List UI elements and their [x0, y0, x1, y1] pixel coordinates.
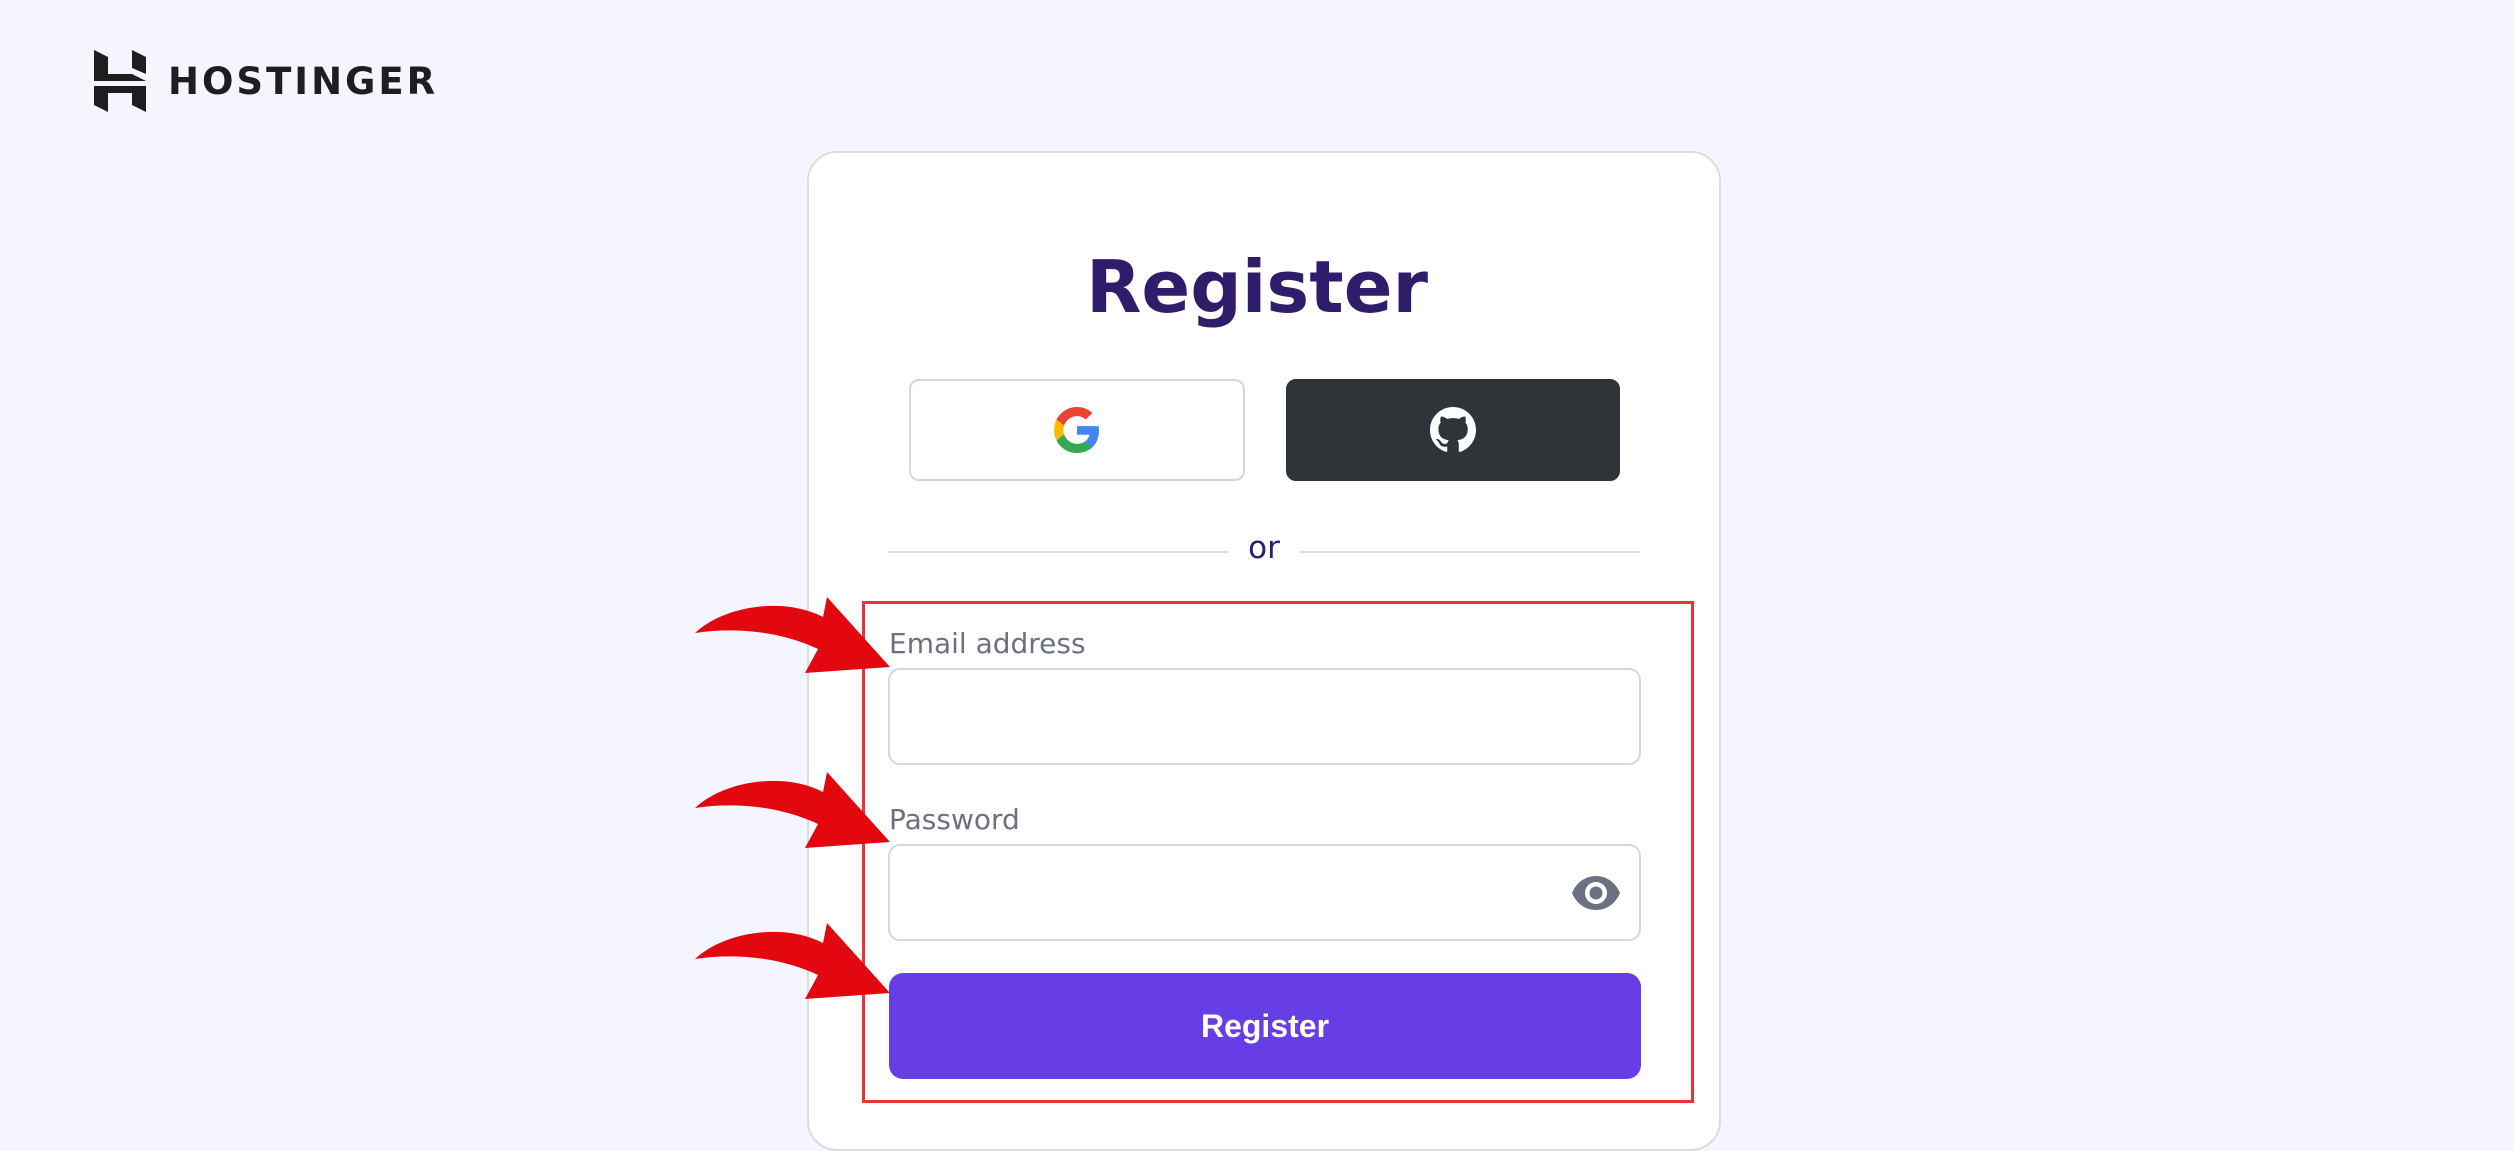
email-label: Email address: [889, 627, 1086, 660]
register-button[interactable]: Register: [889, 973, 1641, 1079]
page-title: Register: [1085, 245, 1429, 329]
google-sso-button[interactable]: [909, 379, 1245, 481]
github-sso-button[interactable]: [1286, 379, 1620, 481]
password-label: Password: [889, 803, 1020, 836]
divider-left: [888, 551, 1228, 553]
red-arrow-annotation: [695, 772, 895, 868]
brand-name: HOSTINGER: [168, 59, 439, 103]
brand-logo[interactable]: HOSTINGER: [94, 50, 438, 112]
email-field[interactable]: [888, 668, 1641, 765]
red-arrow-annotation: [695, 923, 895, 1019]
divider-right: [1300, 551, 1640, 553]
password-field[interactable]: [888, 844, 1641, 941]
red-arrow-annotation: [695, 597, 895, 693]
divider-text: or: [1248, 530, 1280, 566]
google-icon: [1054, 407, 1100, 453]
eye-icon[interactable]: [1572, 876, 1620, 910]
hostinger-logo-icon: [94, 50, 146, 112]
github-icon: [1430, 407, 1476, 452]
